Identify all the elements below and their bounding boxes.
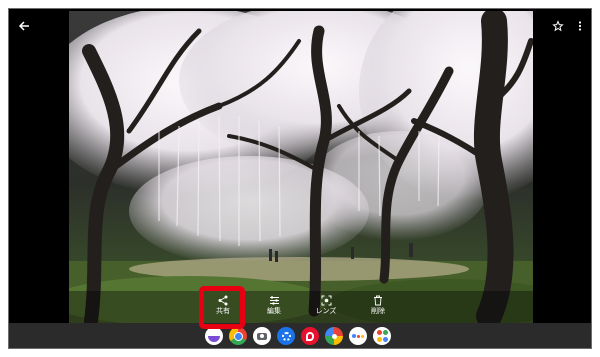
- favorite-button[interactable]: [547, 15, 569, 37]
- more-options-button[interactable]: [569, 15, 591, 37]
- back-button[interactable]: [13, 15, 35, 37]
- camera-icon[interactable]: [253, 327, 271, 345]
- arrow-back-icon: [18, 21, 29, 31]
- app-1-icon[interactable]: [205, 327, 223, 345]
- chrome-icon[interactable]: [229, 327, 247, 345]
- edit-button[interactable]: 編集: [252, 295, 296, 325]
- edit-sliders-icon: [269, 296, 279, 305]
- screenshot-frame: 共有 編集 レンズ 削除: [0, 0, 600, 357]
- edit-label: 編集: [267, 307, 281, 315]
- photo-image: [69, 11, 533, 323]
- settings-icon[interactable]: [277, 327, 295, 345]
- dock-bar: [9, 323, 591, 348]
- share-highlight-box: [199, 286, 245, 329]
- star-outline-icon: [552, 20, 564, 32]
- photo-viewer: 共有 編集 レンズ 削除: [8, 8, 592, 349]
- lens-label: レンズ: [315, 307, 337, 315]
- more-vert-icon: [578, 21, 582, 31]
- lens-button[interactable]: レンズ: [304, 295, 348, 325]
- delete-label: 削除: [371, 307, 385, 315]
- assistant-icon[interactable]: [349, 327, 367, 345]
- trash-icon: [374, 295, 382, 306]
- lens-icon: [321, 295, 331, 306]
- app-red-icon[interactable]: [301, 327, 319, 345]
- photos-icon[interactable]: [325, 327, 343, 345]
- app-grid-icon[interactable]: [373, 327, 391, 345]
- delete-button[interactable]: 削除: [356, 295, 400, 325]
